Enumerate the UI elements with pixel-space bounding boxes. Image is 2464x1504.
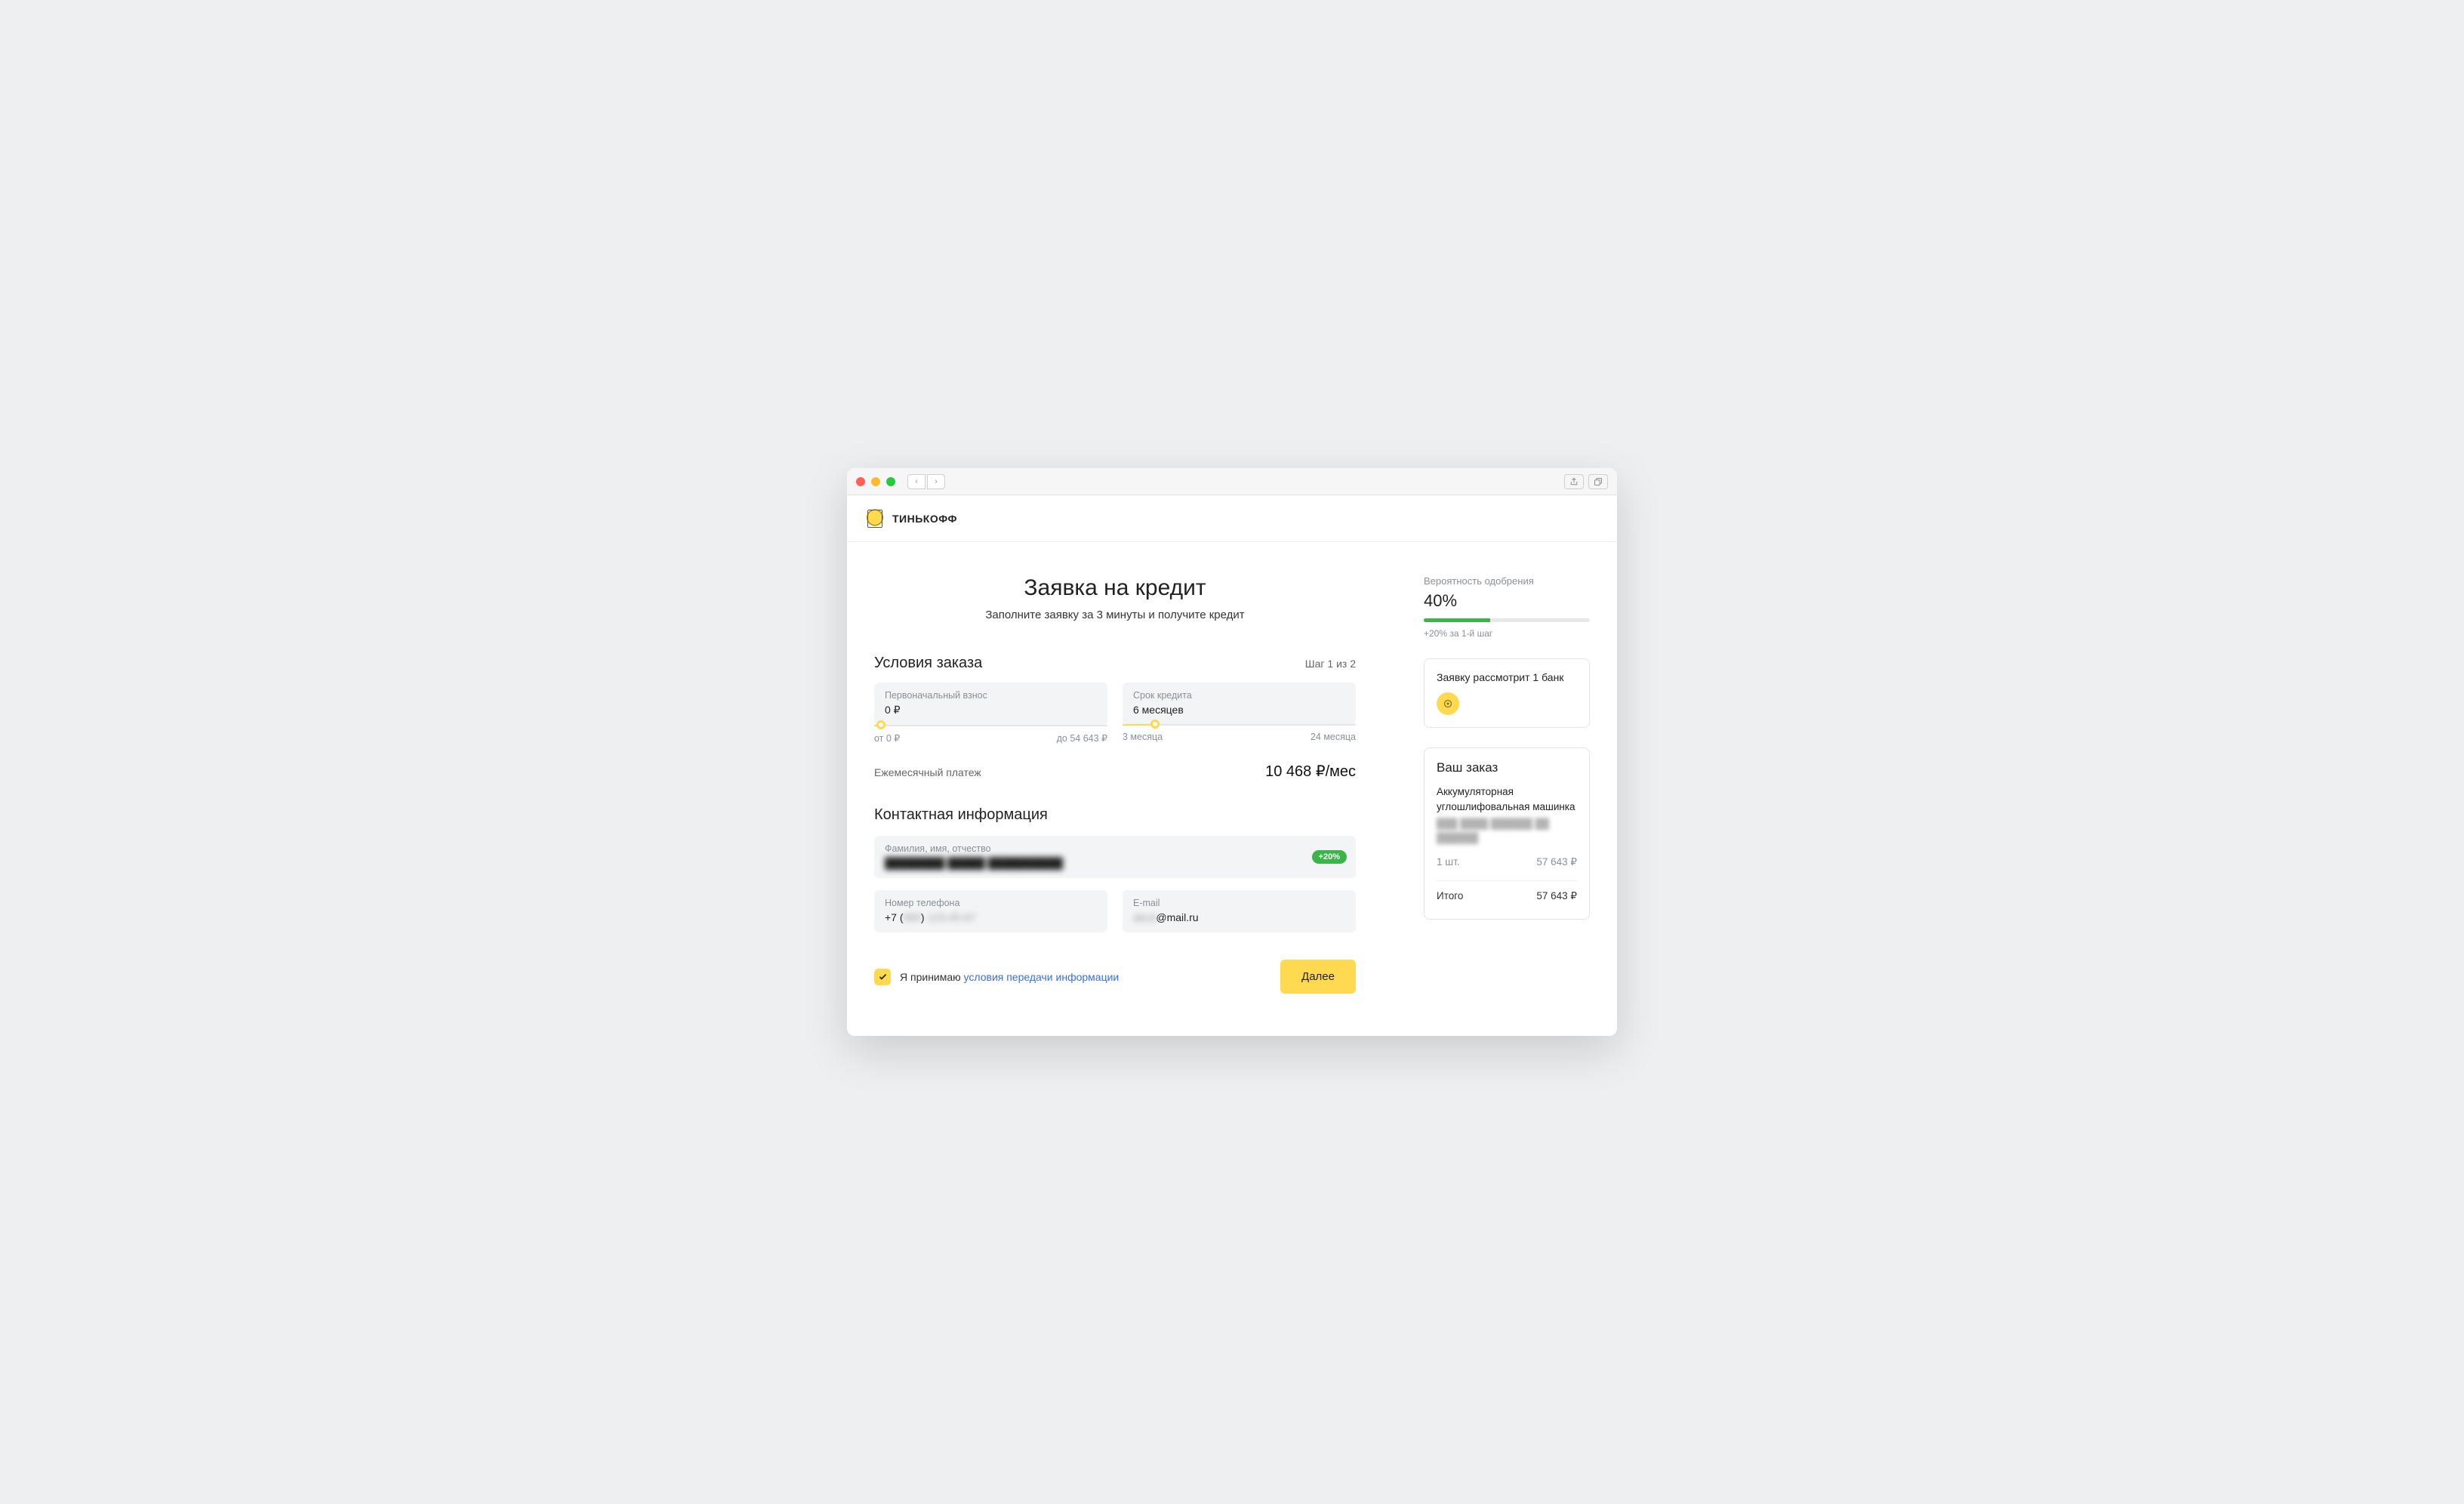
downpayment-min: от 0 ₽	[874, 732, 900, 744]
approval-bar	[1424, 618, 1590, 622]
bonus-badge: +20%	[1312, 850, 1347, 864]
email-label: E-mail	[1133, 898, 1345, 908]
slider-thumb[interactable]	[876, 720, 886, 729]
approval-percent: 40%	[1424, 591, 1590, 611]
maximize-icon[interactable]	[886, 477, 895, 486]
downpayment-slider[interactable]: Первоначальный взнос 0 ₽ от 0 ₽ до 54 64…	[874, 683, 1107, 744]
close-icon[interactable]	[856, 477, 865, 486]
order-title: Ваш заказ	[1437, 760, 1577, 775]
back-button[interactable]: ‹	[907, 474, 926, 489]
brand-logo-icon	[865, 507, 885, 530]
approval-label: Вероятность одобрения	[1424, 575, 1590, 587]
term-min: 3 месяца	[1123, 732, 1163, 742]
app-header: ТИНЬКОФФ	[847, 495, 1617, 542]
term-max: 24 месяца	[1311, 732, 1356, 742]
monthly-value: 10 468 ₽/мес	[1265, 762, 1356, 781]
next-button[interactable]: Далее	[1280, 960, 1356, 994]
step-indicator: Шаг 1 из 2	[1305, 658, 1356, 670]
order-total-value: 57 643 ₽	[1536, 890, 1577, 902]
bank-logo-icon	[1437, 692, 1459, 715]
order-item-details: ███ ████ ██████ ██ ██████	[1437, 817, 1577, 846]
consent-text: Я принимаю условия передачи информации	[900, 971, 1119, 983]
forward-button[interactable]: ›	[927, 474, 945, 489]
approval-note: +20% за 1-й шаг	[1424, 628, 1590, 639]
bank-card: Заявку рассмотрит 1 банк	[1424, 658, 1590, 728]
order-qty: 1 шт.	[1437, 856, 1460, 868]
order-total-label: Итого	[1437, 890, 1463, 902]
fio-value: ████████ █████ ██████████	[885, 857, 1345, 869]
order-price: 57 643 ₽	[1536, 856, 1577, 868]
tabs-icon[interactable]	[1588, 474, 1608, 489]
email-field[interactable]: E-mail abcd@mail.ru	[1123, 890, 1356, 932]
consent-checkbox[interactable]	[874, 969, 891, 985]
brand-name: ТИНЬКОФФ	[892, 513, 957, 525]
term-slider[interactable]: Срок кредита 6 месяцев 3 месяца 24 месяц…	[1123, 683, 1356, 744]
consent-link[interactable]: условия передачи информации	[964, 971, 1120, 983]
order-item-name: Аккумуляторная углошлифовальная машинка	[1437, 784, 1577, 814]
contact-title: Контактная информация	[874, 806, 1356, 824]
order-card: Ваш заказ Аккумуляторная углошлифовальна…	[1424, 747, 1590, 920]
phone-field[interactable]: Номер телефона +7 (999) 123-45-67	[874, 890, 1107, 932]
term-value: 6 месяцев	[1133, 704, 1345, 716]
browser-window: ‹ › ТИНЬКОФФ Заявка на кредит Заполните …	[847, 468, 1617, 1036]
term-label: Срок кредита	[1133, 690, 1345, 701]
share-icon[interactable]	[1564, 474, 1584, 489]
slider-thumb[interactable]	[1150, 720, 1160, 729]
phone-value: +7 (999) 123-45-67	[885, 911, 1097, 923]
conditions-title: Условия заказа	[874, 655, 982, 672]
fio-label: Фамилия, имя, отчество	[885, 843, 1345, 854]
page-title: Заявка на кредит	[874, 575, 1356, 601]
fio-field[interactable]: Фамилия, имя, отчество ████████ █████ ██…	[874, 836, 1356, 878]
phone-label: Номер телефона	[885, 898, 1097, 908]
email-value: abcd@mail.ru	[1133, 911, 1345, 923]
titlebar: ‹ ›	[847, 468, 1617, 495]
traffic-lights	[856, 477, 895, 486]
downpayment-value: 0 ₽	[885, 704, 1097, 717]
minimize-icon[interactable]	[871, 477, 880, 486]
bank-text: Заявку рассмотрит 1 банк	[1437, 671, 1577, 683]
monthly-label: Ежемесячный платеж	[874, 766, 981, 778]
downpayment-label: Первоначальный взнос	[885, 690, 1097, 701]
downpayment-max: до 54 643 ₽	[1057, 732, 1107, 744]
page-subtitle: Заполните заявку за 3 минуты и получите …	[874, 609, 1356, 621]
